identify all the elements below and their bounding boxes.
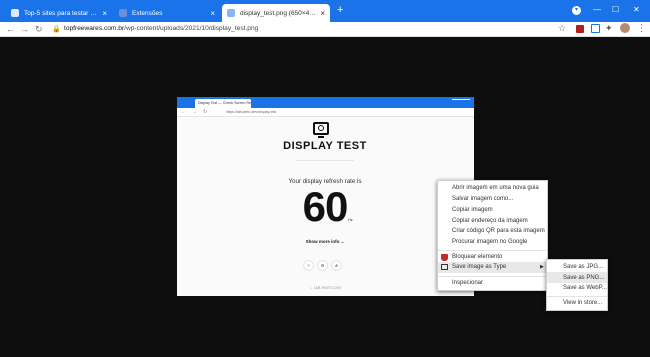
image-file-icon [227, 9, 235, 17]
submenu-item-save-jpg[interactable]: Save as JPG... [563, 264, 603, 270]
forward-icon[interactable]: → [20, 24, 29, 34]
reload-icon[interactable]: ↻ [35, 24, 43, 35]
tab-extensions[interactable]: Extensões × [114, 4, 220, 22]
monitor-icon-stand [318, 136, 324, 138]
url-domain: topfreewares.com.br [64, 25, 125, 32]
menu-separator [438, 250, 547, 251]
image-url: https://lab.pinto.dev/display-test [226, 110, 277, 114]
submenu-item-save-webp[interactable]: Save as WebP... [563, 285, 607, 291]
tab-title: display_test.png (650×437) [240, 9, 317, 17]
share-icon: ⋔ [332, 261, 341, 270]
menu-item-copy-image-address[interactable]: Copiar endereço da imagem [452, 218, 528, 224]
image-icon [441, 264, 448, 270]
image-tab-title: Display Test — Check Screen Re [195, 99, 251, 108]
display-test-title: DISPLAY TEST [283, 140, 367, 152]
refresh-rate-unit: Hz [348, 218, 353, 222]
menu-item-block-element[interactable]: Bloquear elemento [452, 254, 502, 260]
address-bar[interactable]: topfreewares.com.br/wp-content/uploads/2… [64, 25, 258, 32]
menu-item-create-qr-code[interactable]: Criar código QR para esta imagem [452, 228, 545, 234]
tab-title: Top-5 sites para testar a taxa de [24, 9, 98, 17]
ublock-extension-icon[interactable] [576, 25, 584, 33]
image-back-icon: ← [181, 109, 186, 115]
submenu-arrow-icon: ▶ [540, 264, 544, 270]
save-image-extension-icon[interactable] [591, 24, 600, 33]
star-icon[interactable]: ☆ [558, 23, 566, 34]
menu-item-copy-image[interactable]: Copiar imagem [452, 207, 493, 213]
monitor-icon-dot [318, 125, 324, 131]
menu-item-save-image-as-type[interactable]: Save image as Type [452, 264, 506, 270]
help-icon: ? [304, 261, 313, 270]
tab-search-icon[interactable]: ▾ [572, 6, 581, 15]
settings-icon: ⚙ [318, 261, 327, 270]
extensions-icon[interactable]: ✦ [605, 23, 613, 34]
menu-item-save-image-as[interactable]: Salvar imagem como... [452, 196, 513, 202]
submenu-item-save-png[interactable]: Save as PNG... [563, 275, 604, 281]
back-icon[interactable]: ← [6, 24, 15, 34]
close-window-button[interactable]: ✕ [633, 5, 640, 14]
menu-icon[interactable]: ⋮ [637, 23, 646, 34]
image-toolbar [177, 108, 474, 117]
minimize-button[interactable]: — [593, 5, 601, 14]
new-tab-button[interactable]: + [337, 5, 343, 16]
refresh-rate-value: 60 [302, 183, 349, 230]
tab-display-test[interactable]: display_test.png (650×437) × [222, 4, 330, 22]
tab-top5-sites[interactable]: Top-5 sites para testar a taxa de × [6, 4, 112, 22]
maximize-button[interactable]: ☐ [612, 5, 619, 14]
submenu-separator [547, 296, 607, 297]
submenu-item-view-in-store[interactable]: View in store... [563, 300, 602, 306]
image-forward-icon: → [192, 109, 197, 115]
menu-item-inspect[interactable]: Inspecionar [452, 280, 483, 286]
shield-icon [441, 254, 448, 261]
menu-item-search-google[interactable]: Procurar imagem no Google [452, 239, 527, 245]
tab-title: Extensões [132, 9, 163, 17]
close-tab-icon[interactable]: × [102, 9, 107, 18]
image-reload-icon: ↻ [203, 109, 208, 115]
lock-icon: 🔒 [52, 26, 61, 33]
puzzle-icon [119, 9, 127, 17]
avatar[interactable] [620, 23, 630, 33]
close-tab-icon[interactable]: × [210, 9, 215, 18]
divider [296, 160, 354, 161]
menu-separator [438, 276, 547, 277]
globe-icon [11, 9, 19, 17]
close-tab-icon[interactable]: × [320, 9, 325, 18]
show-more-info: Show more info ⌄ [305, 239, 345, 244]
image-window-controls [452, 99, 470, 104]
lab-footer: ⌁ LAB.PINTO.DEV [310, 286, 342, 290]
url-path: /wp-content/uploads/2021/10/display_test… [124, 25, 259, 32]
menu-item-open-image-new-tab[interactable]: Abrir imagem em uma nova guia [452, 185, 539, 191]
